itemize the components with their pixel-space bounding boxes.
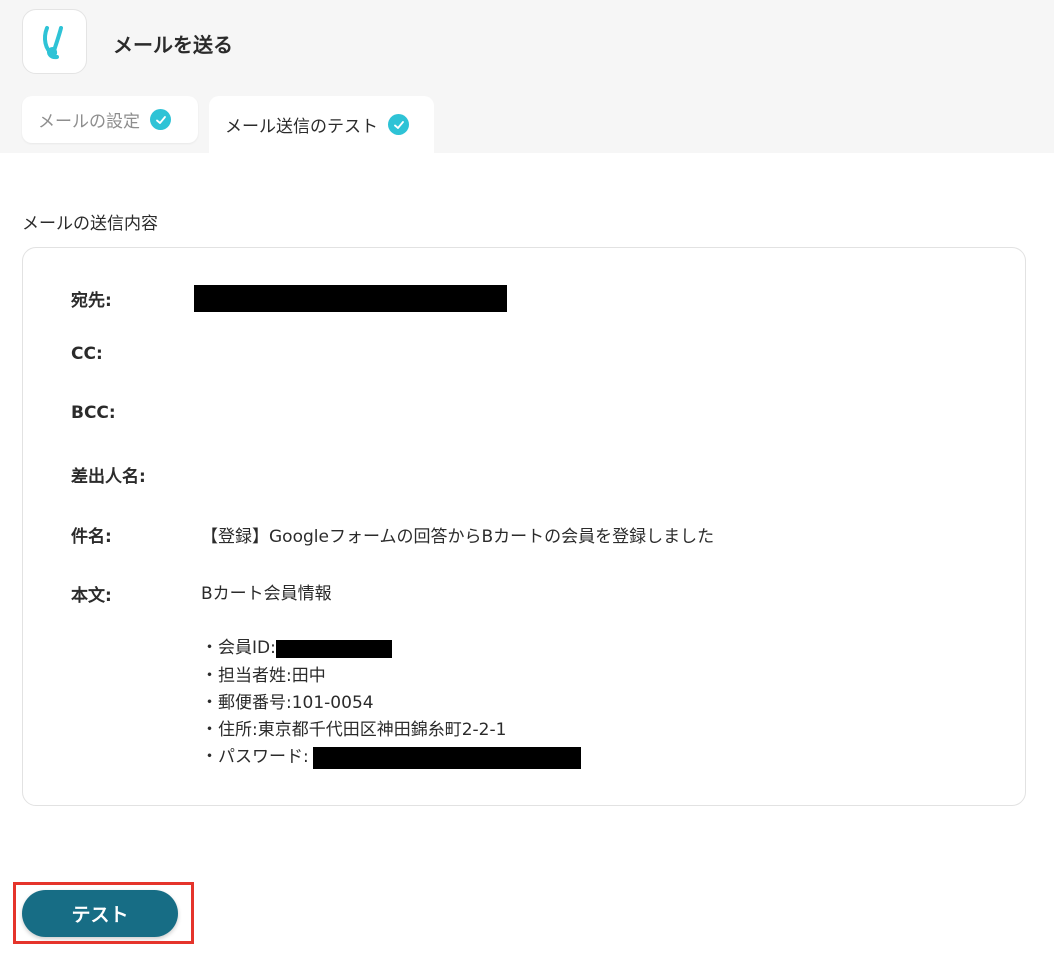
body-heading: Bカート会員情報: [201, 584, 332, 604]
page-title: メールを送る: [113, 33, 233, 57]
member-id-line: ・会員ID:: [201, 635, 581, 662]
body-label: 本文:: [71, 586, 112, 606]
cc-label: CC:: [71, 344, 103, 364]
subject-value: 【登録】Googleフォームの回答からBカートの会員を登録しました: [201, 527, 715, 547]
tab-mail-settings[interactable]: メールの設定: [22, 96, 198, 143]
section-title: メールの送信内容: [22, 214, 158, 234]
sender-label: 差出人名:: [71, 467, 146, 487]
password-label: ・パスワード:: [201, 747, 309, 768]
member-id-label: ・会員ID:: [201, 638, 276, 659]
body-text: Bカート会員情報 ・会員ID: ・担当者姓:田中 ・郵便番号:101-0054 …: [201, 581, 581, 771]
to-label: 宛先:: [71, 291, 112, 311]
check-icon: [150, 109, 171, 130]
app-logo: [22, 9, 87, 74]
mail-content-card: 宛先: CC: BCC: 差出人名: 件名: 【登録】Googleフォームの回答…: [22, 247, 1026, 806]
subject-label: 件名:: [71, 527, 112, 547]
check-icon: [388, 114, 409, 135]
redacted-member-id: [275, 639, 392, 658]
yoom-logo-icon: [42, 25, 63, 59]
bcc-row: BCC:: [71, 403, 201, 423]
cc-row: CC:: [71, 344, 201, 364]
sender-row: 差出人名:: [71, 462, 201, 487]
contact-line: ・担当者姓:田中: [201, 665, 326, 686]
redacted-recipient: [194, 285, 507, 312]
tab-label: メールの設定: [38, 112, 140, 132]
postal-line: ・郵便番号:101-0054: [201, 692, 374, 713]
password-line: ・パスワード:: [201, 744, 581, 771]
address-line: ・住所:東京都千代田区神田錦糸町2-2-1: [201, 719, 507, 740]
to-row: 宛先:: [71, 285, 507, 312]
bcc-label: BCC:: [71, 403, 116, 423]
tab-label: メール送信のテスト: [225, 117, 378, 137]
redacted-password: [312, 746, 581, 769]
body-row: 本文:: [71, 581, 201, 606]
body-blank-line: [201, 608, 581, 635]
test-button[interactable]: テスト: [22, 890, 178, 937]
tab-mail-test[interactable]: メール送信のテスト: [209, 96, 434, 153]
subject-row: 件名: 【登録】Googleフォームの回答からBカートの会員を登録しました: [71, 522, 714, 547]
